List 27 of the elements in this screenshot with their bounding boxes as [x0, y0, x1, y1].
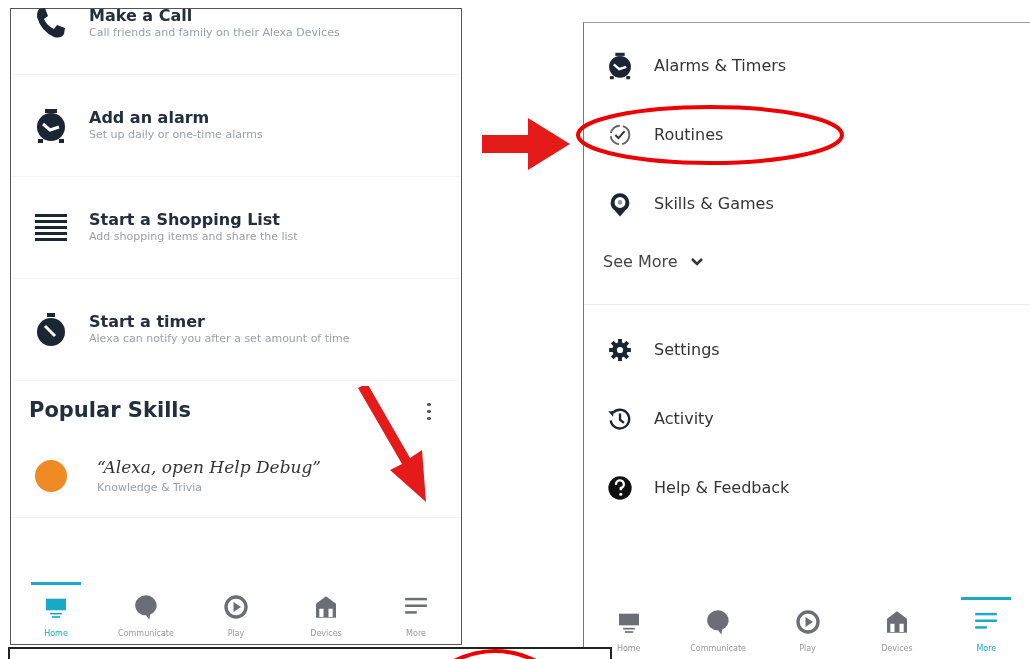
action-description: Alexa can notify you after a set amount of time: [89, 330, 350, 347]
more-options-icon[interactable]: [427, 400, 431, 421]
action-description: Add shopping items and share the list: [89, 228, 298, 245]
action-row[interactable]: Add an alarm Set up daily or one-time alarms: [11, 75, 461, 177]
action-title: Add an alarm: [89, 107, 211, 127]
action-description: Call friends and family on their Alexa Devices: [89, 24, 340, 41]
menu-item[interactable]: Skills & Games: [584, 169, 1030, 238]
action-title: Make a Call: [89, 5, 194, 25]
menu-item[interactable]: Settings: [584, 315, 1030, 384]
action-row[interactable]: Start a timer Alexa can notify you after a set amount of time: [11, 279, 461, 381]
action-description: Set up daily or one-time alarms: [89, 126, 263, 143]
see-more-button[interactable]: See More: [603, 250, 704, 274]
section-title: Popular Skills: [29, 397, 192, 424]
action-title: Start a timer: [89, 311, 206, 331]
action-title: Start a Shopping List: [89, 209, 281, 229]
menu-item[interactable]: Help & Feedback: [584, 453, 1030, 522]
alarm-clock-icon: [606, 51, 634, 80]
skill-phrase: “Alexa, open Help Debug”: [97, 455, 322, 479]
menu-item[interactable]: Alarms & Timers: [584, 31, 1030, 100]
action-row[interactable]: Start a Shopping List Add shopping items and share the list: [11, 177, 461, 279]
menu-item[interactable]: Activity: [584, 384, 1030, 453]
skill-category: Knowledge & Trivia: [97, 480, 204, 496]
play-icon: [221, 592, 251, 622]
chevron-down-icon: [689, 257, 704, 267]
action-row[interactable]: Make a Call Call friends and family on their Alexa Devices: [11, 0, 461, 75]
menu-item[interactable]: Routines: [584, 100, 1030, 169]
help-icon: [606, 473, 634, 502]
